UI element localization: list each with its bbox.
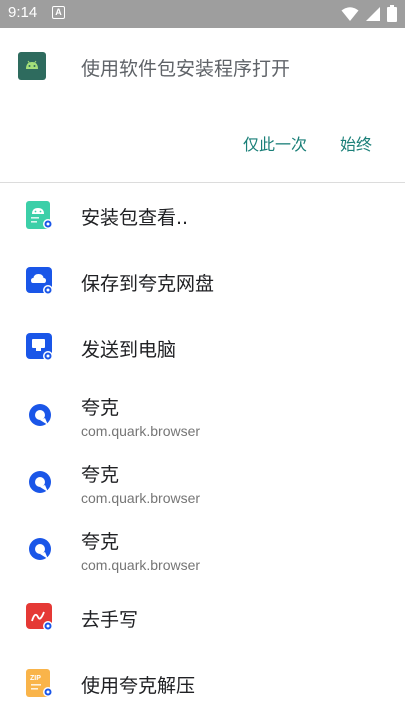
package-installer-icon [18, 52, 46, 80]
item-title: 发送到电脑 [81, 339, 177, 361]
list-item-save-to-cloud[interactable]: 保存到夸克网盘 [0, 249, 405, 315]
list-item-handwriting[interactable]: 去手写 [0, 585, 405, 651]
status-bar: 9:14 A [0, 0, 405, 28]
list-item-quark[interactable]: 夸克 com.quark.browser [0, 515, 405, 581]
send-to-pc-icon [26, 333, 53, 361]
item-title: 使用夸克解压 [81, 675, 196, 697]
quark-icon [29, 471, 51, 493]
item-title: 夸克 [81, 397, 120, 419]
zip-icon: ZIP [26, 669, 53, 697]
status-icons [341, 5, 397, 22]
list-item-package-viewer[interactable]: 安装包查看.. [0, 183, 405, 249]
item-title: 安装包查看.. [81, 207, 189, 229]
list-item-quark[interactable]: 夸克 com.quark.browser [0, 448, 405, 514]
quark-icon [29, 404, 51, 426]
handwriting-icon [26, 603, 53, 631]
item-package-name: com.quark.browser [81, 423, 201, 439]
signal-icon [366, 6, 380, 21]
chooser-header: 使用软件包安装程序打开 仅此一次 始终 [0, 28, 405, 183]
list-item-unzip[interactable]: ZIP 使用夸克解压 [0, 651, 405, 717]
wifi-icon [341, 6, 359, 21]
list-item-quark[interactable]: 夸克 com.quark.browser [0, 381, 405, 447]
status-time: 9:14 [8, 4, 38, 21]
always-button[interactable]: 始终 [340, 131, 372, 155]
item-title: 保存到夸克网盘 [81, 273, 215, 295]
quark-icon [29, 538, 51, 560]
dialog-title: 使用软件包安装程序打开 [81, 58, 291, 80]
list-item-send-to-pc[interactable]: 发送到电脑 [0, 315, 405, 381]
notification-a-icon: A [52, 6, 65, 19]
item-title: 去手写 [81, 609, 139, 631]
battery-icon [387, 5, 397, 22]
just-once-button[interactable]: 仅此一次 [243, 131, 307, 155]
item-title: 夸克 [81, 464, 120, 486]
svg-text:ZIP: ZIP [30, 675, 41, 682]
item-package-name: com.quark.browser [81, 557, 201, 573]
android-package-icon [26, 201, 53, 229]
item-package-name: com.quark.browser [81, 490, 201, 506]
quark-cloud-icon [26, 267, 53, 295]
item-title: 夸克 [81, 531, 120, 553]
